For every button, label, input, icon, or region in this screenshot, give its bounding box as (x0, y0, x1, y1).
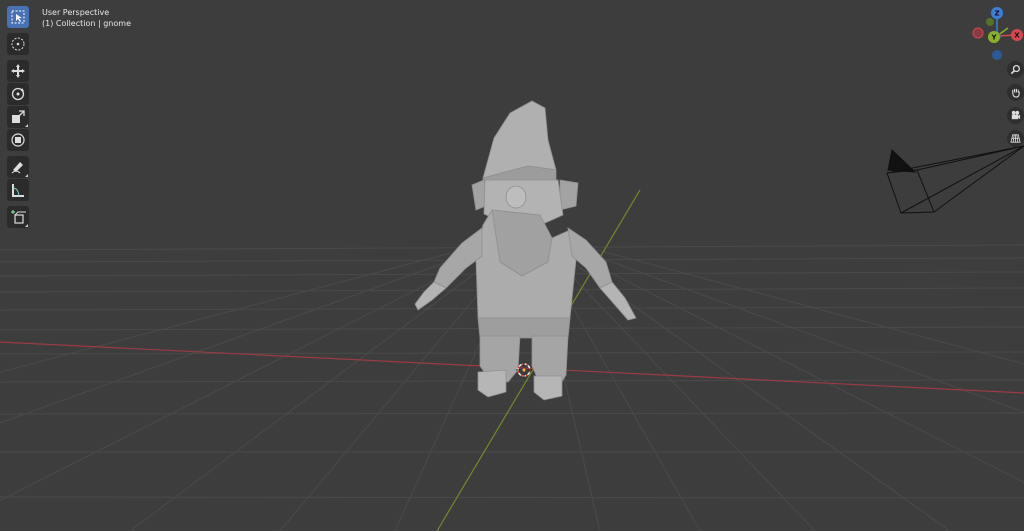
camera-view-button[interactable] (1007, 107, 1024, 124)
perspective-grid-icon (1010, 134, 1021, 143)
gizmo-z-label: Z (994, 10, 999, 18)
zoom-magnifier-icon (1010, 65, 1020, 75)
cursor-arrow-icon (11, 10, 25, 24)
zoom-button[interactable] (1007, 61, 1024, 78)
perspective-toggle-button[interactable] (1007, 130, 1024, 147)
gizmo-y-label: Y (990, 34, 997, 42)
add-cube-tool[interactable] (7, 206, 29, 228)
cursor-tool[interactable] (7, 33, 29, 55)
gizmo-neg-x-ball[interactable] (972, 27, 984, 39)
annotate-tool[interactable] (7, 156, 29, 178)
viewport-navigation (1007, 61, 1024, 153)
move-tool[interactable] (7, 60, 29, 82)
annotate-pencil-icon (11, 162, 23, 174)
scale-icon (12, 110, 25, 123)
select-box-tool[interactable] (7, 6, 29, 28)
measure-ruler-icon (12, 184, 24, 197)
move-arrows-icon (11, 64, 25, 78)
3d-viewport[interactable]: Z Y X (0, 0, 1024, 531)
gizmo-neg-z-ball[interactable] (992, 50, 1002, 60)
transform-icon (11, 133, 25, 147)
pan-button[interactable] (1007, 84, 1024, 101)
measure-tool[interactable] (7, 179, 29, 201)
gizmo-x-label: X (1014, 32, 1020, 40)
collection-info-label: (1) Collection | gnome (42, 19, 131, 28)
pan-hand-icon (1012, 88, 1020, 98)
tool-shelf (5, 6, 31, 229)
scale-tool[interactable] (7, 106, 29, 128)
3d-cursor-icon (11, 37, 25, 51)
add-cube-icon (11, 210, 26, 224)
transform-tool[interactable] (7, 129, 29, 151)
view-name-label: User Perspective (42, 8, 110, 17)
gizmo-neg-y-ball[interactable] (986, 18, 994, 26)
rotate-tool[interactable] (7, 83, 29, 105)
rotate-icon (11, 87, 25, 101)
camera-view-icon (1011, 110, 1021, 120)
